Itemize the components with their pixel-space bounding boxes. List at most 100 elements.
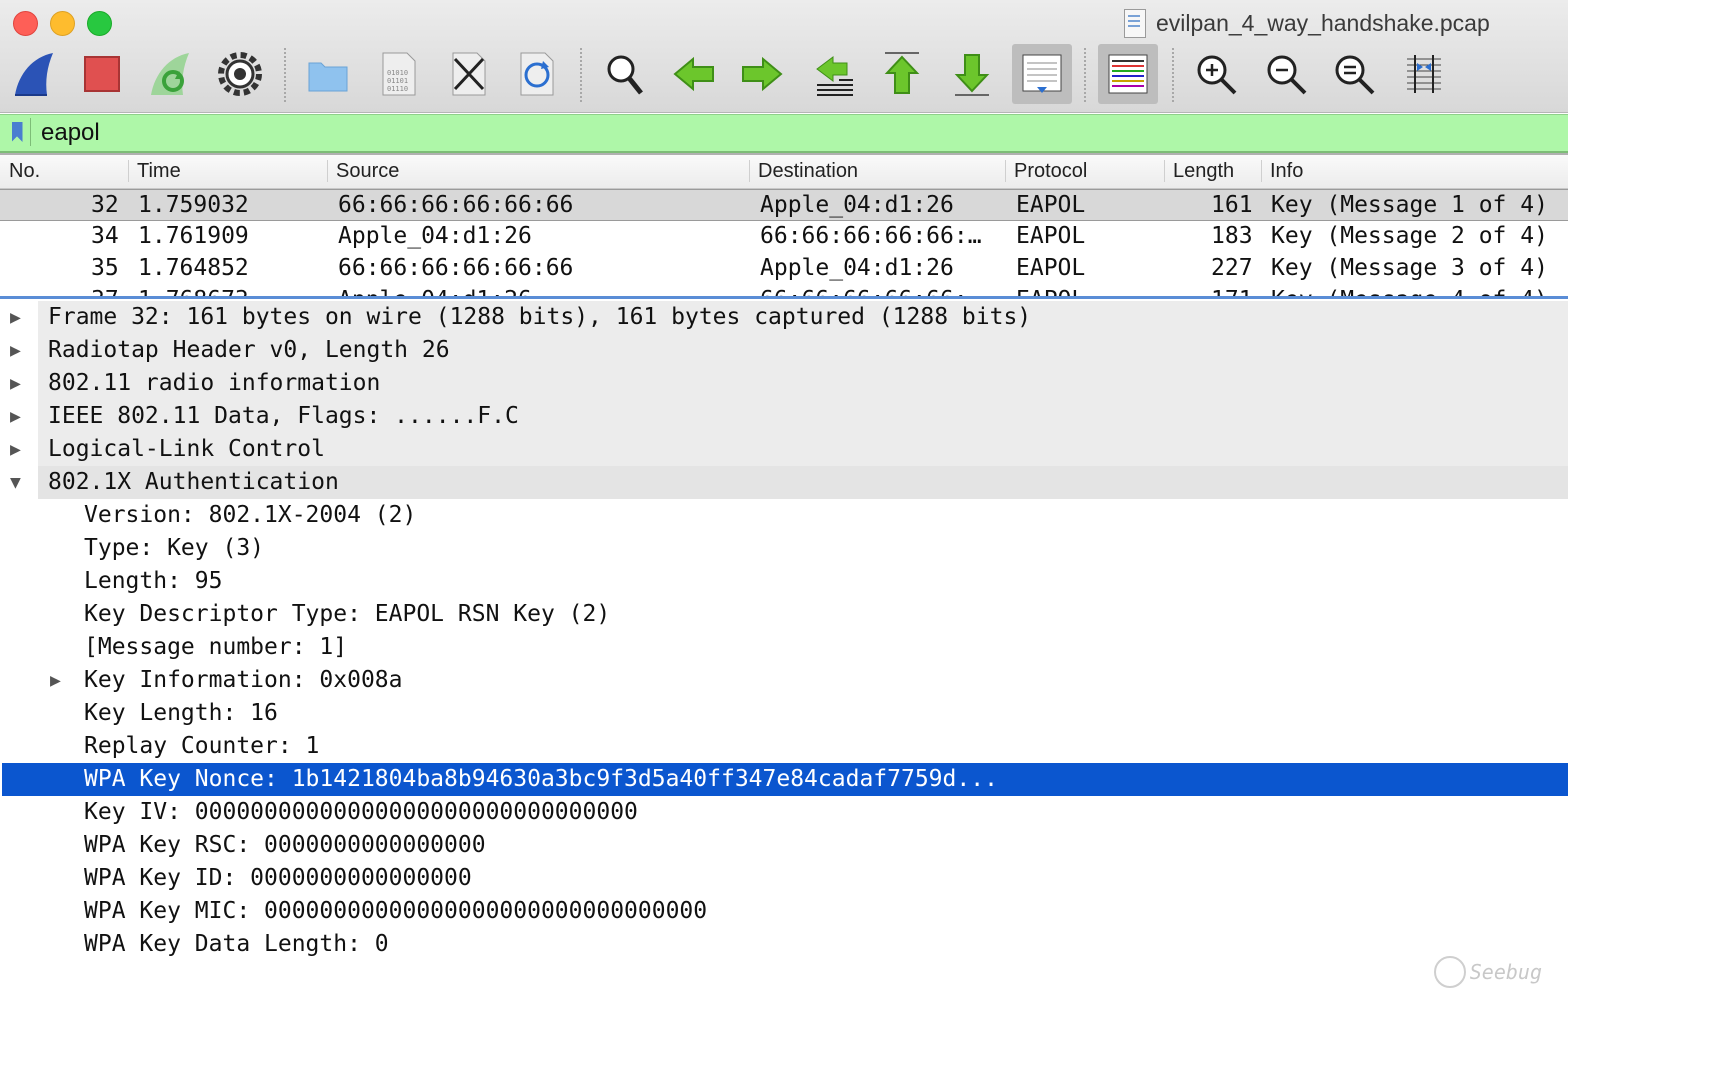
zoom-reset-icon [1335, 55, 1375, 95]
last-packet-button[interactable] [944, 44, 1000, 104]
field-replay-counter[interactable]: Replay Counter: 1 [0, 730, 1568, 763]
column-header-protocol[interactable]: Protocol [1014, 160, 1087, 183]
packet-list: No. Time Source Destination Protocol Len… [0, 153, 1568, 299]
open-file-button[interactable] [300, 44, 356, 104]
filter-bookmark-button[interactable] [4, 118, 31, 146]
field-label: WPA Key Nonce: 1b1421804ba8b94630a3bc9f3… [84, 766, 998, 792]
field-key-length[interactable]: Key Length: 16 [0, 697, 1568, 730]
zoom-window-button[interactable] [87, 11, 112, 36]
column-header-length[interactable]: Length [1173, 160, 1234, 183]
tree-item-frame[interactable]: ▶ Frame 32: 161 bytes on wire (1288 bits… [10, 301, 1568, 334]
field-label: WPA Key MIC: 000000000000000000000000000… [84, 898, 708, 924]
field-type[interactable]: Type: Key (3) [0, 532, 1568, 565]
arrow-up-top-icon [884, 52, 920, 94]
expand-arrow-icon[interactable]: ▶ [10, 400, 30, 433]
field-label: [Message number: 1] [84, 634, 348, 660]
watermark: Seebug [1433, 956, 1542, 988]
go-to-packet-button[interactable] [806, 44, 862, 104]
column-divider[interactable] [1261, 160, 1262, 182]
tree-item-label: Frame 32: 161 bytes on wire (1288 bits),… [48, 304, 1032, 330]
field-key-iv[interactable]: Key IV: 00000000000000000000000000000000 [0, 796, 1568, 829]
tree-item-label: IEEE 802.11 Data, Flags: ......F.C [48, 403, 519, 429]
packet-row[interactable]: 35 1.764852 66:66:66:66:66:66 Apple_04:d… [0, 253, 1568, 285]
column-divider[interactable] [1005, 160, 1006, 182]
packet-list-header: No. Time Source Destination Protocol Len… [0, 155, 1568, 189]
restart-fin-icon [151, 53, 189, 95]
go-back-button[interactable] [666, 44, 722, 104]
zoom-out-button[interactable] [1258, 44, 1314, 104]
start-capture-button[interactable] [6, 44, 62, 104]
zoom-in-button[interactable] [1188, 44, 1244, 104]
svg-text:01010: 01010 [387, 69, 408, 77]
colorize-button[interactable] [1098, 44, 1158, 104]
field-label: Version: 802.1X-2004 (2) [84, 502, 417, 528]
field-length[interactable]: Length: 95 [0, 565, 1568, 598]
first-packet-button[interactable] [874, 44, 930, 104]
save-file-button[interactable]: 01010 01101 01110 [370, 44, 426, 104]
field-label: Length: 95 [84, 568, 223, 594]
packet-source: 66:66:66:66:66:66 [338, 192, 574, 218]
arrow-down-bottom-icon [954, 54, 990, 96]
capture-options-button[interactable] [212, 44, 268, 104]
field-wpa-key-rsc[interactable]: WPA Key RSC: 0000000000000000 [0, 829, 1568, 862]
reload-file-button[interactable] [508, 44, 564, 104]
packet-protocol: EAPOL [1016, 223, 1086, 249]
zoom-in-icon [1197, 55, 1237, 95]
packet-row[interactable]: 34 1.761909 Apple_04:d1:26 66:66:66:66:6… [0, 221, 1568, 253]
find-packet-button[interactable] [596, 44, 652, 104]
field-wpa-key-data-length[interactable]: WPA Key Data Length: 0 [0, 928, 1568, 961]
expand-arrow-icon[interactable]: ▶ [10, 301, 30, 334]
column-header-no[interactable]: No. [9, 160, 40, 183]
resize-columns-button[interactable] [1396, 44, 1452, 104]
tree-item-8021x-auth[interactable]: ▼ 802.1X Authentication [10, 466, 1568, 499]
column-header-destination[interactable]: Destination [758, 160, 858, 183]
normal-size-button[interactable] [1326, 44, 1382, 104]
minimize-window-button[interactable] [50, 11, 75, 36]
column-divider[interactable] [749, 160, 750, 182]
column-header-info[interactable]: Info [1270, 160, 1303, 183]
field-key-descriptor-type[interactable]: Key Descriptor Type: EAPOL RSN Key (2) [0, 598, 1568, 631]
field-key-information[interactable]: ▶ Key Information: 0x008a [0, 664, 1568, 697]
expand-arrow-icon[interactable]: ▶ [10, 433, 30, 466]
packet-protocol: EAPOL [1016, 192, 1086, 218]
close-window-button[interactable] [13, 11, 38, 36]
packet-time: 1.764852 [138, 255, 249, 281]
packet-info: Key (Message 3 of 4) [1271, 255, 1548, 281]
stop-capture-button[interactable] [74, 44, 130, 104]
display-filter-bar: eapol [0, 114, 1568, 153]
tree-item-radiotap[interactable]: ▶ Radiotap Header v0, Length 26 [10, 334, 1568, 367]
expand-arrow-icon[interactable]: ▶ [10, 334, 30, 367]
field-message-number[interactable]: [Message number: 1] [0, 631, 1568, 664]
close-file-icon [452, 52, 486, 96]
expand-arrow-icon[interactable]: ▶ [50, 664, 70, 697]
field-version[interactable]: Version: 802.1X-2004 (2) [0, 499, 1568, 532]
tree-item-llc[interactable]: ▶ Logical-Link Control [10, 433, 1568, 466]
column-divider[interactable] [128, 160, 129, 182]
field-wpa-key-nonce[interactable]: WPA Key Nonce: 1b1421804ba8b94630a3bc9f3… [2, 763, 1568, 796]
go-forward-button[interactable] [734, 44, 790, 104]
svg-text:01110: 01110 [387, 85, 408, 93]
tree-item-ieee80211[interactable]: ▶ IEEE 802.11 Data, Flags: ......F.C [10, 400, 1568, 433]
tree-item-radio-info[interactable]: ▶ 802.11 radio information [10, 367, 1568, 400]
column-divider[interactable] [1164, 160, 1165, 182]
packet-source: 66:66:66:66:66:66 [338, 255, 574, 281]
expand-arrow-icon[interactable]: ▶ [10, 367, 30, 400]
field-wpa-key-mic[interactable]: WPA Key MIC: 000000000000000000000000000… [0, 895, 1568, 928]
column-header-time[interactable]: Time [137, 160, 181, 183]
goto-packet-icon [816, 56, 853, 96]
display-filter-input[interactable]: eapol [41, 115, 100, 151]
close-file-button[interactable] [440, 44, 496, 104]
auto-scroll-button[interactable] [1012, 44, 1072, 104]
arrow-left-icon [673, 56, 714, 92]
collapse-arrow-icon[interactable]: ▼ [10, 466, 30, 499]
field-wpa-key-id[interactable]: WPA Key ID: 0000000000000000 [0, 862, 1568, 895]
seebug-logo-icon [1433, 956, 1466, 988]
restart-capture-button[interactable] [142, 44, 198, 104]
packet-row[interactable]: 32 1.759032 66:66:66:66:66:66 Apple_04:d… [0, 189, 1568, 221]
column-divider[interactable] [327, 160, 328, 182]
main-toolbar: 01010 01101 01110 [0, 44, 1568, 108]
packet-destination: Apple_04:d1:26 [760, 255, 954, 281]
column-header-source[interactable]: Source [336, 160, 399, 183]
magnifier-icon [607, 55, 643, 95]
folder-icon [308, 62, 348, 92]
